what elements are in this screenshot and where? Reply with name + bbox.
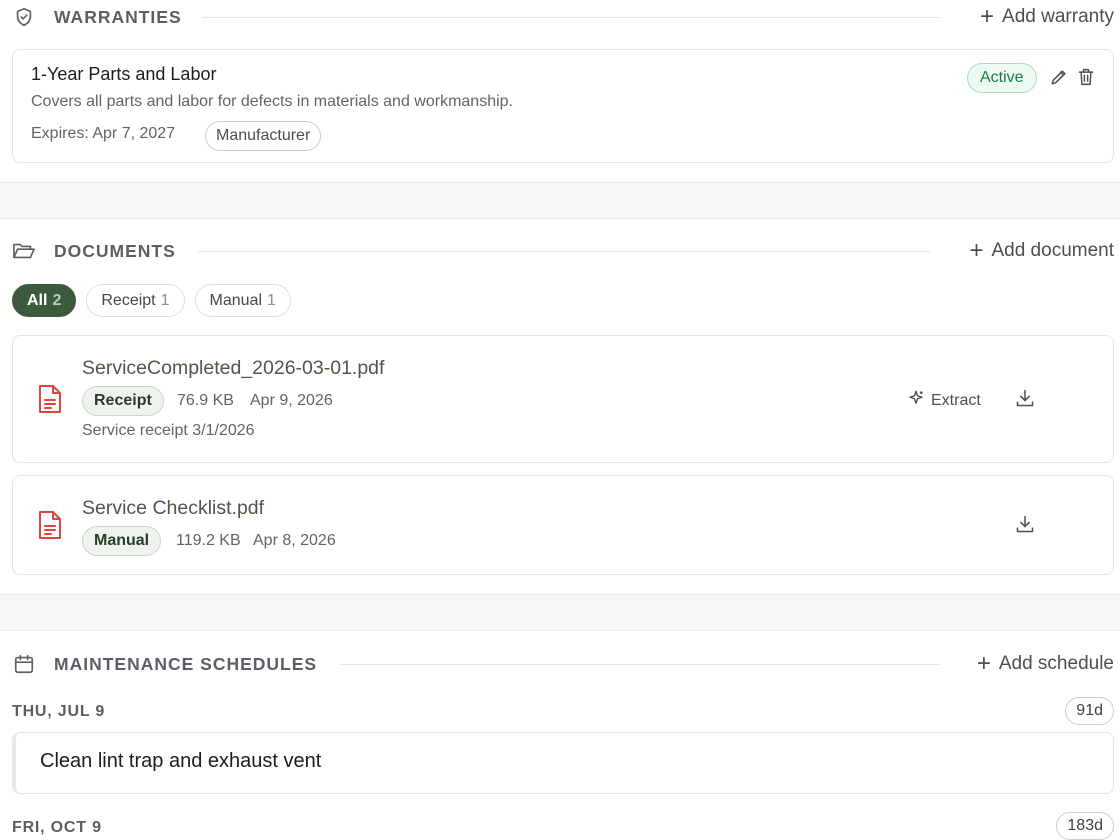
divider — [340, 663, 940, 665]
days-remaining-badge: 91d — [1065, 697, 1114, 725]
chip-label: All — [27, 291, 48, 309]
document-type-badge: Receipt — [82, 386, 164, 416]
document-type-badge: Manual — [82, 526, 162, 556]
document-size: 119.2 KB — [176, 532, 241, 549]
divider — [198, 250, 930, 252]
warranty-description: Covers all parts and labor for defects i… — [31, 93, 513, 110]
plus-icon: + — [980, 3, 995, 30]
warranty-title: 1-Year Parts and Labor — [31, 64, 217, 84]
documents-title: DOCUMENTS — [54, 240, 176, 261]
warranties-header: WARRANTIES + Add warranty — [0, 0, 1120, 34]
maintenance-title: MAINTENANCE SCHEDULES — [54, 653, 318, 674]
chip-count: 1 — [267, 291, 276, 309]
download-icon[interactable] — [1015, 388, 1035, 408]
document-card[interactable]: Service Checklist.pdf Manual 119.2 KB Ap… — [12, 475, 1114, 575]
folder-open-icon — [12, 239, 36, 263]
trash-icon[interactable] — [1077, 67, 1095, 87]
pdf-file-icon — [37, 384, 63, 414]
documents-header: DOCUMENTS + Add document — [0, 234, 1120, 268]
divider — [202, 16, 940, 18]
warranties-title: WARRANTIES — [54, 6, 182, 27]
calendar-icon — [12, 652, 36, 676]
extract-button[interactable]: Extract — [907, 389, 981, 412]
edit-icon[interactable] — [1049, 67, 1069, 87]
chip-count: 2 — [52, 291, 62, 309]
warranty-type-badge: Manufacturer — [205, 121, 322, 151]
extract-label: Extract — [931, 391, 981, 409]
status-badge: Active — [967, 63, 1037, 93]
document-note: Service receipt 3/1/2026 — [82, 422, 255, 439]
schedule-date: THU, JUL 9 — [12, 703, 106, 720]
section-separator — [0, 182, 1120, 219]
days-remaining-badge: 183d — [1056, 812, 1114, 840]
document-date: Apr 9, 2026 — [250, 392, 333, 409]
document-date: Apr 8, 2026 — [253, 532, 336, 549]
schedule-date: FRI, OCT 9 — [12, 819, 102, 836]
task-title: Clean lint trap and exhaust vent — [40, 750, 322, 772]
download-icon[interactable] — [1015, 514, 1035, 534]
add-document-button[interactable]: + Add document — [969, 239, 1114, 263]
document-filter-chips: All 2 Receipt 1 Manual 1 — [12, 284, 291, 317]
filter-chip-receipt[interactable]: Receipt 1 — [86, 284, 185, 317]
plus-icon: + — [969, 237, 984, 264]
warranty-expiration: Expires: Apr 7, 2027 — [31, 125, 176, 142]
warranty-card: 1-Year Parts and Labor Covers all parts … — [12, 49, 1114, 163]
filter-chip-manual[interactable]: Manual 1 — [194, 284, 291, 317]
pdf-file-icon — [37, 510, 63, 540]
document-name[interactable]: Service Checklist.pdf — [82, 497, 264, 520]
filter-chip-all[interactable]: All 2 — [12, 284, 77, 317]
chip-label: Manual — [209, 291, 262, 309]
section-separator — [0, 594, 1120, 631]
document-card[interactable]: ServiceCompleted_2026-03-01.pdf Receipt … — [12, 335, 1114, 463]
plus-icon: + — [976, 650, 991, 677]
maintenance-task-card[interactable]: Clean lint trap and exhaust vent — [12, 732, 1114, 794]
add-document-label: Add document — [991, 240, 1114, 261]
add-schedule-button[interactable]: + Add schedule — [977, 652, 1114, 676]
sparkle-icon — [907, 389, 925, 412]
chip-label: Receipt — [101, 291, 156, 309]
maintenance-header: MAINTENANCE SCHEDULES + Add schedule — [0, 647, 1120, 681]
document-name[interactable]: ServiceCompleted_2026-03-01.pdf — [82, 357, 384, 380]
add-warranty-label: Add warranty — [1002, 6, 1114, 27]
add-warranty-button[interactable]: + Add warranty — [980, 5, 1114, 29]
shield-check-icon — [12, 5, 36, 29]
add-schedule-label: Add schedule — [998, 653, 1114, 674]
chip-count: 1 — [160, 291, 170, 309]
document-size: 76.9 KB — [177, 392, 234, 409]
